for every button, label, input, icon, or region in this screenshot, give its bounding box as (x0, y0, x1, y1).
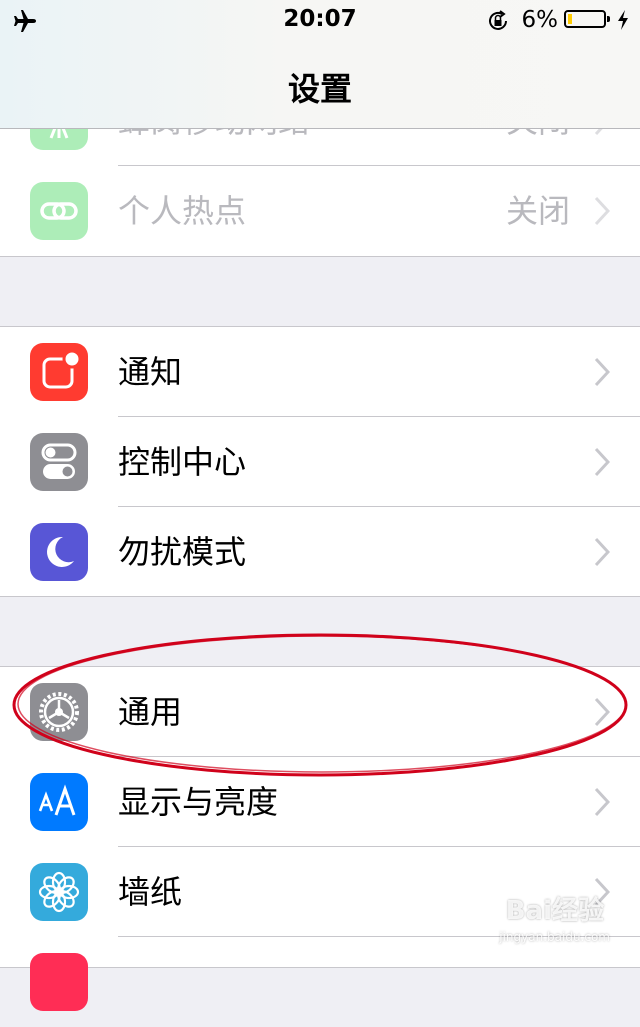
chevron-right-icon (594, 447, 610, 477)
flower-icon (30, 863, 88, 921)
app-icon (30, 953, 88, 1011)
moon-icon (30, 523, 88, 581)
do-not-disturb-label: 勿扰模式 (118, 533, 247, 571)
battery-icon (564, 10, 610, 28)
page-title: 设置 (287, 70, 352, 108)
settings-row-notifications[interactable]: 通知 (0, 327, 640, 417)
settings-row-general[interactable]: 通用 (0, 667, 640, 757)
charging-bolt-icon (618, 10, 628, 30)
toggle-icon (30, 433, 88, 491)
system-group: 通知 控制中心 勿扰模式 (0, 326, 640, 597)
notifications-label: 通知 (118, 353, 183, 391)
hotspot-chain-icon (30, 182, 88, 240)
chevron-right-icon (594, 537, 610, 567)
chevron-right-icon (594, 697, 610, 727)
status-bar: 20:07 6% (0, 0, 640, 40)
notification-icon (30, 343, 88, 401)
control-center-label: 控制中心 (118, 443, 247, 481)
wallpaper-label: 墙纸 (118, 873, 183, 911)
gear-icon (30, 683, 88, 741)
settings-row-do-not-disturb[interactable]: 勿扰模式 (0, 507, 640, 597)
display-label: 显示与亮度 (118, 783, 279, 821)
text-size-icon (30, 773, 88, 831)
hotspot-label: 个人热点 (118, 192, 247, 230)
chevron-right-icon (594, 357, 610, 387)
watermark-brand: Bai经验 (505, 896, 604, 926)
settings-row-next[interactable] (0, 937, 640, 1027)
battery-percent: 6% (521, 7, 559, 33)
rotation-lock-icon (489, 10, 507, 30)
watermark-url: jingyan.baidu.com (499, 930, 610, 944)
settings-row-control-center[interactable]: 控制中心 (0, 417, 640, 507)
chevron-right-icon (594, 196, 610, 226)
hotspot-value: 关闭 (505, 192, 570, 230)
settings-row-hotspot[interactable]: 个人热点 关闭 (0, 166, 640, 256)
general-label: 通用 (118, 693, 183, 731)
navigation-header: 20:07 6% 设置 (0, 0, 640, 129)
settings-row-display[interactable]: 显示与亮度 (0, 757, 640, 847)
chevron-right-icon (594, 787, 610, 817)
